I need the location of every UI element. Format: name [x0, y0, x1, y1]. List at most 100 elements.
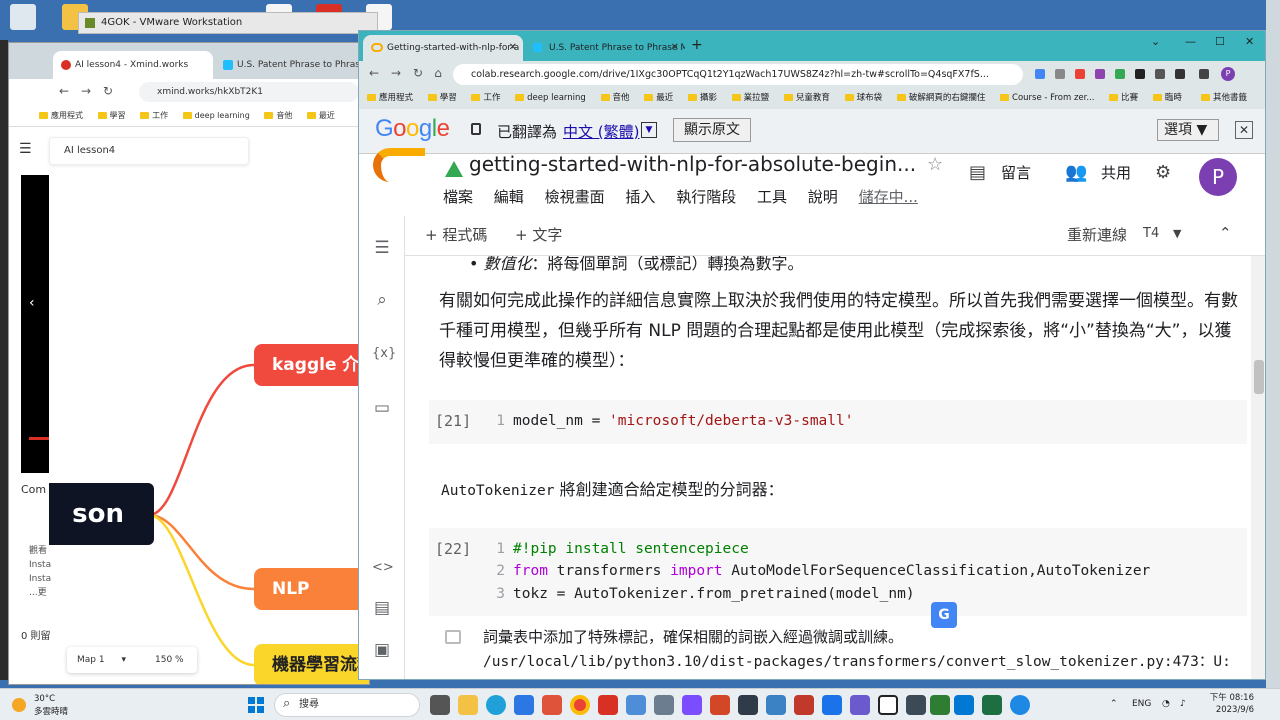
command-palette-icon[interactable]: ▤ [372, 598, 392, 618]
back-icon[interactable]: ← [57, 84, 71, 98]
app-icon[interactable] [598, 695, 618, 715]
topic-ml[interactable]: 機器學習流程 [254, 644, 369, 684]
reload-icon[interactable]: ↻ [101, 84, 115, 98]
network-icon[interactable]: ◔ [1162, 699, 1170, 709]
extension-icon[interactable] [1095, 69, 1105, 79]
colab-logo-icon[interactable] [373, 148, 425, 182]
add-text-button[interactable]: + 文字 [515, 224, 562, 245]
bookmark[interactable]: 臨時 [1152, 87, 1182, 109]
topic-kaggle[interactable]: kaggle 介紹 [254, 344, 369, 386]
app-icon[interactable] [766, 695, 786, 715]
target-language-link[interactable]: 中文 (繁體) [563, 121, 639, 142]
output-toggle-icon[interactable] [445, 630, 461, 644]
chrome-icon[interactable] [570, 695, 590, 715]
chevron-down-icon[interactable]: ▼ [1173, 227, 1181, 240]
toc-icon[interactable]: ☰ [372, 238, 392, 258]
home-icon[interactable]: ⌂ [431, 66, 445, 80]
bookmark[interactable]: 球布袋 [844, 87, 882, 109]
translate-icon[interactable]: G [931, 602, 957, 628]
extension-icon[interactable] [1175, 69, 1185, 79]
bookmark[interactable]: 最近 [306, 105, 335, 126]
extension-icon[interactable] [1155, 69, 1165, 79]
tab-list-icon[interactable]: ⌄ [1151, 35, 1160, 48]
central-topic[interactable]: son 4 [49, 483, 154, 591]
menu-insert[interactable]: 插入 [625, 188, 655, 206]
tab-kaggle-2[interactable]: U.S. Patent Phrase to Phrase M ✕ [525, 35, 685, 61]
app-icon[interactable] [626, 695, 646, 715]
powerpoint-icon[interactable] [710, 695, 730, 715]
scrollbar[interactable] [1251, 256, 1265, 679]
topic-nlp[interactable]: NLP [254, 568, 369, 610]
edge-icon[interactable] [486, 695, 506, 715]
save-status[interactable]: 儲存中... [859, 188, 918, 206]
bookmark[interactable]: 音他 [600, 87, 630, 109]
code-cell-21[interactable]: [21] 1 model_nm = 'microsoft/deberta-v3-s… [429, 400, 1247, 444]
clock[interactable]: 下午 08:16 2023/9/6 [1206, 692, 1254, 716]
bookmark[interactable]: 破解網頁的右鍵攔住 [896, 87, 985, 109]
code-cell-22[interactable]: [22] 1 #!pip install sentencepiece 2 from … [429, 528, 1247, 616]
minimize-icon[interactable]: — [1185, 35, 1196, 48]
app-icon[interactable] [654, 695, 674, 715]
app-icon[interactable] [930, 695, 950, 715]
extension-icon[interactable] [1135, 69, 1145, 79]
menu-runtime[interactable]: 執行階段 [676, 188, 736, 206]
chevron-up-icon[interactable]: ⌃ [1219, 224, 1232, 242]
app-icon[interactable] [822, 695, 842, 715]
search-icon[interactable]: ⌕ [372, 290, 392, 310]
maximize-icon[interactable]: ☐ [1215, 35, 1225, 48]
folder-icon[interactable]: ▭ [372, 398, 392, 418]
close-translate-icon[interactable]: ✕ [1235, 121, 1253, 139]
bookmark[interactable]: deep learning [182, 105, 250, 126]
share-button[interactable]: 共用 [1101, 162, 1131, 183]
notebook-title[interactable]: getting-started-with-nlp-for-absolute-be… [469, 152, 916, 176]
menu-file[interactable]: 檔案 [443, 188, 473, 206]
task-view-icon[interactable] [430, 695, 450, 715]
code-snippets-icon[interactable]: <> [372, 558, 394, 578]
start-icon[interactable] [248, 697, 264, 713]
tab-xmind[interactable]: AI lesson4 - Xmind.works [53, 51, 213, 79]
tab-kaggle[interactable]: U.S. Patent Phrase to Phrase M [215, 51, 365, 79]
bookmark[interactable]: 學習 [427, 87, 457, 109]
language-dropdown-icon[interactable]: ▼ [641, 122, 657, 138]
account-avatar[interactable]: P [1199, 158, 1237, 196]
tray-overflow-icon[interactable]: ⌃ [1110, 699, 1118, 709]
reconnect-button[interactable]: 重新連線 [1067, 224, 1127, 245]
input-language[interactable]: ENG [1132, 699, 1151, 709]
menu-tools[interactable]: 工具 [757, 188, 787, 206]
vmware-titlebar[interactable]: 4GOK - VMware Workstation [78, 12, 378, 34]
colab-address-bar[interactable]: colab.research.google.com/drive/1IXgc30O… [453, 64, 1023, 85]
app-icon[interactable] [542, 695, 562, 715]
close-window-icon[interactable]: ✕ [1245, 35, 1254, 48]
forward-icon[interactable]: → [79, 84, 93, 98]
vscode-icon[interactable] [954, 695, 974, 715]
terminal-icon[interactable]: ▣ [372, 640, 392, 660]
bookmark[interactable]: 業拉鹽 [731, 87, 769, 109]
notion-icon[interactable] [878, 695, 898, 715]
bookmark[interactable]: 最近 [644, 87, 673, 109]
show-original-button[interactable]: 顯示原文 [673, 118, 751, 142]
store-icon[interactable] [514, 695, 534, 715]
close-tab-icon[interactable]: ✕ [509, 35, 517, 61]
bookmark[interactable]: 其他書籤 [1201, 87, 1247, 109]
star-icon[interactable]: ☆ [927, 154, 943, 175]
app-icon[interactable] [794, 695, 814, 715]
app-icon[interactable] [1010, 695, 1030, 715]
profile-avatar-icon[interactable]: P [1221, 67, 1235, 81]
explorer-icon[interactable] [458, 695, 478, 715]
new-tab-icon[interactable]: + [691, 37, 703, 53]
sidebar-icon[interactable] [1199, 69, 1209, 79]
bookmark[interactable]: 攝影 [687, 87, 717, 109]
extension-icon[interactable] [1035, 69, 1045, 79]
volume-icon[interactable]: ♪ [1180, 699, 1186, 709]
bookmark[interactable]: 應用程式 [367, 87, 413, 109]
app-icon[interactable] [738, 695, 758, 715]
app-icon[interactable] [850, 695, 870, 715]
app-icon[interactable] [682, 695, 702, 715]
menu-view[interactable]: 檢視畫面 [545, 188, 605, 206]
xmind-address-bar[interactable]: xmind.works/hkXbT2K1 [139, 82, 359, 102]
extension-icon[interactable] [1075, 69, 1085, 79]
weather-widget[interactable]: 30°C 多雲時晴 [12, 692, 92, 718]
bookmark[interactable]: 學習 [97, 105, 126, 126]
scrollbar-thumb[interactable] [1254, 360, 1264, 394]
bookmark[interactable]: 工作 [471, 87, 500, 109]
